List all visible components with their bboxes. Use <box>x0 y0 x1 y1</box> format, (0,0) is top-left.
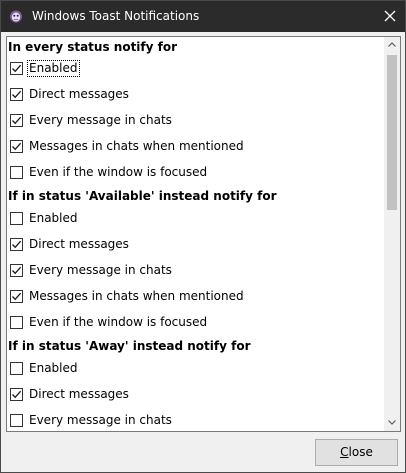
checkbox-label: Every message in chats <box>29 413 172 427</box>
list-item-checkbox[interactable]: Messages in chats when mentioned <box>8 284 383 310</box>
list-item-checkbox[interactable]: Enabled <box>8 56 383 82</box>
vertical-scrollbar[interactable] <box>384 37 400 431</box>
title-bar[interactable]: Windows Toast Notifications <box>1 1 405 32</box>
list-item-checkbox[interactable]: Every message in chats <box>8 108 383 134</box>
list-item-checkbox[interactable]: Direct messages <box>8 382 383 408</box>
list-item-checkbox[interactable]: Even if the window is focused <box>8 160 383 186</box>
checkbox-label: Every message in chats <box>29 263 172 277</box>
checkbox[interactable] <box>10 140 23 153</box>
window-title: Windows Toast Notifications <box>32 9 200 23</box>
list-item-checkbox[interactable]: Even if the window is focused <box>8 310 383 336</box>
close-button-mnemonic: C <box>340 445 349 459</box>
checkmark-icon <box>12 266 22 275</box>
scrollbar-track[interactable] <box>384 53 400 415</box>
section-header-every-status: In every status notify for <box>8 40 178 54</box>
checkbox[interactable] <box>10 362 23 375</box>
window-close-button[interactable] <box>375 1 405 32</box>
checkmark-icon <box>12 142 22 151</box>
checkbox[interactable] <box>10 114 23 127</box>
close-button-label: lose <box>348 445 373 459</box>
checkmark-icon <box>12 116 22 125</box>
dialog-window: Windows Toast Notifications In every sta… <box>0 0 406 473</box>
list-item-checkbox[interactable]: Messages in chats when mentioned <box>8 134 383 160</box>
checkmark-icon <box>12 292 22 301</box>
checkbox[interactable] <box>10 88 23 101</box>
checkbox-label: Enabled <box>29 211 78 225</box>
checkbox[interactable] <box>10 290 23 303</box>
list-item-checkbox[interactable]: Enabled <box>8 206 383 232</box>
checkmark-icon <box>12 90 22 99</box>
checkbox-label: Even if the window is focused <box>29 315 208 329</box>
checkbox[interactable] <box>10 62 23 75</box>
scrollbar-thumb[interactable] <box>387 55 397 210</box>
checkbox-label: Direct messages <box>29 387 129 401</box>
list-item-checkbox[interactable]: Every message in chats <box>8 258 383 284</box>
checkbox[interactable] <box>10 388 23 401</box>
pidgin-app-icon <box>10 10 22 23</box>
checkbox[interactable] <box>10 414 23 427</box>
checkbox-label: Every message in chats <box>29 113 172 127</box>
section-header-away: If in status 'Away' instead notify for <box>8 339 251 353</box>
checkbox-label: Enabled <box>29 361 78 375</box>
chevron-up-icon <box>388 42 396 47</box>
close-button[interactable]: Close <box>315 439 398 466</box>
scroll-down-button[interactable] <box>384 415 400 431</box>
list-item-checkbox[interactable]: Every message in chats <box>8 408 383 431</box>
section-header-available: If in status 'Available' instead notify … <box>8 189 277 203</box>
checkbox-label: Messages in chats when mentioned <box>29 139 244 153</box>
checkbox[interactable] <box>10 316 23 329</box>
close-x-icon <box>384 10 396 22</box>
checkmark-icon <box>12 64 22 73</box>
checkmark-icon <box>12 240 22 249</box>
list-item-checkbox[interactable]: Direct messages <box>8 82 383 108</box>
checkbox[interactable] <box>10 166 23 179</box>
checkmark-icon <box>12 390 22 399</box>
checkbox[interactable] <box>10 238 23 251</box>
scroll-up-button[interactable] <box>384 37 400 53</box>
notification-settings-list[interactable]: In every status notify for Enabled Direc… <box>6 36 401 432</box>
checkbox-label: Even if the window is focused <box>29 165 208 179</box>
checkbox-label: Direct messages <box>29 237 129 251</box>
checkbox[interactable] <box>10 264 23 277</box>
list-item-checkbox[interactable]: Enabled <box>8 356 383 382</box>
list-content: In every status notify for Enabled Direc… <box>7 37 384 431</box>
chevron-down-icon <box>388 420 396 425</box>
checkbox-label: Direct messages <box>29 87 129 101</box>
checkbox-label: Messages in chats when mentioned <box>29 289 244 303</box>
checkbox[interactable] <box>10 212 23 225</box>
checkbox-label: Enabled <box>27 60 80 77</box>
list-item-checkbox[interactable]: Direct messages <box>8 232 383 258</box>
